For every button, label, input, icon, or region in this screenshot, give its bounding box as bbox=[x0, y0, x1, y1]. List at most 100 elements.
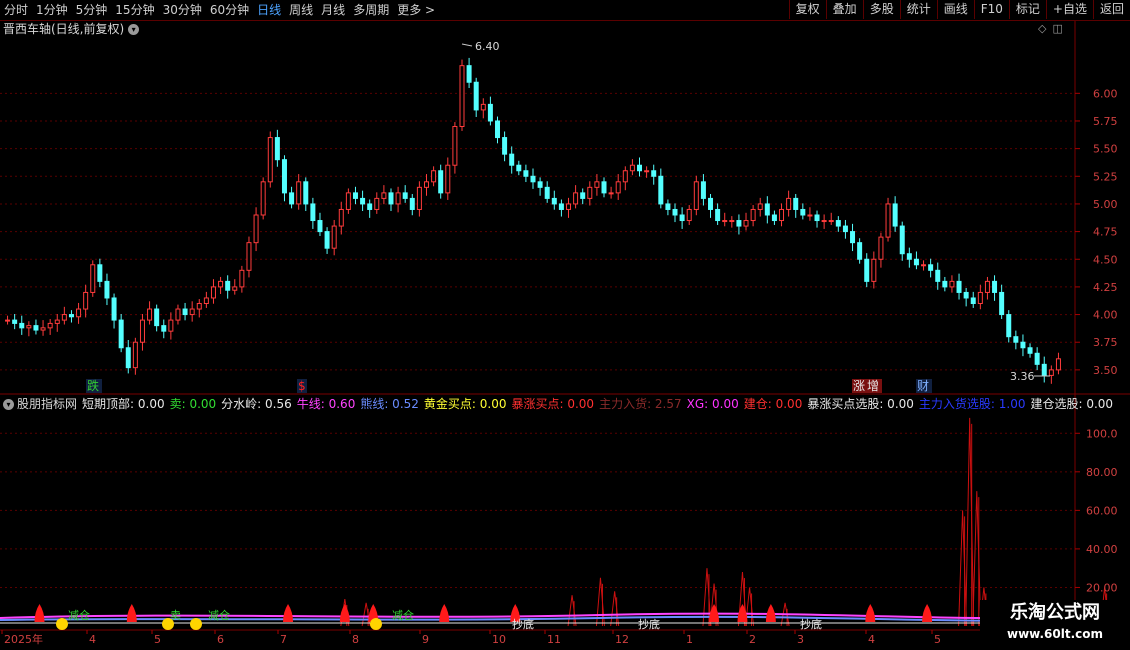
candle-body bbox=[906, 253, 912, 260]
candle-body bbox=[992, 280, 998, 293]
candle-body bbox=[1020, 341, 1026, 349]
signal-label: 抄底 bbox=[512, 617, 534, 631]
candle-body bbox=[97, 264, 103, 282]
flame-icon bbox=[339, 604, 350, 622]
period-tab[interactable]: 更多 > bbox=[393, 0, 439, 20]
chart-canvas[interactable]: 6.00 5.75 5.50 5.25 5.00 4.75 4.50 4.25 4.00 3.75… bbox=[0, 0, 1130, 650]
candle-body bbox=[658, 175, 664, 205]
candle-body bbox=[850, 231, 856, 244]
candle-body bbox=[693, 181, 699, 210]
candle-body bbox=[757, 203, 763, 210]
indicator-tick-label: 80.00 bbox=[1086, 466, 1118, 479]
period-tab[interactable]: 月线 bbox=[317, 0, 349, 20]
toolbar-button[interactable]: 标记 bbox=[1008, 0, 1046, 19]
candle-body bbox=[793, 197, 799, 210]
flame-icon bbox=[865, 604, 876, 622]
candle-body bbox=[807, 214, 813, 217]
flame-icon bbox=[439, 604, 450, 622]
candle-body bbox=[928, 264, 934, 271]
candle-body bbox=[984, 280, 990, 293]
candle-body bbox=[480, 103, 486, 111]
candle-body bbox=[33, 325, 39, 331]
candle-body bbox=[679, 214, 685, 222]
candle-body bbox=[182, 308, 188, 316]
candle-body bbox=[303, 181, 309, 205]
diamond-icon[interactable]: ◇ bbox=[1038, 22, 1046, 36]
candle-body bbox=[331, 225, 337, 249]
signal-label: 抄底 bbox=[638, 617, 660, 631]
price-panel-tools: ◇ ◫ bbox=[1038, 22, 1063, 36]
period-tab[interactable]: 5分钟 bbox=[72, 0, 112, 20]
time-tick-label: 9 bbox=[422, 633, 429, 646]
indicator-value: 黄金买点: 0.00 bbox=[423, 397, 507, 411]
toolbar-button[interactable]: +自选 bbox=[1045, 0, 1093, 19]
candle-body bbox=[821, 220, 827, 223]
candle-body bbox=[352, 192, 358, 199]
candle-body bbox=[899, 225, 905, 255]
period-tab[interactable]: 分时 bbox=[0, 0, 32, 20]
high-pointer bbox=[461, 43, 473, 47]
period-tab[interactable]: 30分钟 bbox=[159, 0, 206, 20]
candle-body bbox=[310, 203, 316, 222]
candle-body bbox=[438, 170, 444, 194]
candle-body bbox=[1027, 347, 1033, 354]
candle-body bbox=[189, 308, 195, 316]
indicator-name[interactable]: 股朋指标网 bbox=[17, 396, 77, 412]
signal-label: 减仓 bbox=[392, 608, 414, 622]
candle-body bbox=[835, 220, 841, 227]
period-toolbar: 分时 1分钟 5分钟 15分钟 30分钟 60分钟 日线 周线 月线 多周期 更多 > 复权 叠加 多股… bbox=[0, 0, 1130, 21]
price-axis: 6.00 5.75 5.50 5.25 5.00 4.75 4.50 4.25 4.00 3.75… bbox=[1075, 87, 1118, 377]
candle-body bbox=[551, 197, 557, 205]
candle-body bbox=[708, 197, 714, 210]
price-tick-label: 5.25 bbox=[1093, 170, 1118, 183]
indicator-value: 短期顶部: 0.00 bbox=[82, 397, 165, 411]
candle-body bbox=[54, 319, 60, 324]
toolbar-button[interactable]: 叠加 bbox=[825, 0, 863, 19]
candle-body bbox=[523, 170, 529, 177]
candle-body bbox=[970, 297, 976, 304]
candle-body bbox=[828, 220, 834, 223]
candle-body bbox=[203, 297, 209, 304]
candle-body bbox=[949, 280, 955, 288]
chevron-down-icon[interactable]: ▾ bbox=[3, 398, 14, 410]
period-tab[interactable]: 60分钟 bbox=[206, 0, 253, 20]
toolbar-button[interactable]: 返回 bbox=[1092, 0, 1130, 19]
indicator-spike bbox=[965, 417, 975, 627]
indicator-value: 主力入货选股: 1.00 bbox=[918, 397, 1026, 411]
indicator-values: 短期顶部: 0.00 卖: 0.00 分水岭: 0.56 牛线: 0.60 熊线: 0.… bbox=[82, 396, 1118, 412]
candle-body bbox=[12, 319, 18, 324]
candle-body bbox=[842, 225, 848, 233]
candle-body bbox=[516, 164, 522, 172]
toolbar-button[interactable]: 画线 bbox=[936, 0, 974, 19]
time-tick-label: 10 bbox=[492, 633, 506, 646]
toolbar-button[interactable]: 复权 bbox=[788, 0, 826, 19]
indicator-tick-label: 20.00 bbox=[1086, 581, 1118, 594]
toolbar-button[interactable]: F10 bbox=[973, 0, 1009, 19]
candle-body bbox=[530, 175, 536, 183]
candle-body bbox=[68, 314, 74, 318]
candle-body bbox=[921, 264, 927, 267]
watermark: 乐淘公式网 www.60lt.com bbox=[980, 600, 1130, 650]
event-marker: 涨 bbox=[853, 378, 865, 393]
indicator-value: 主力入货: 2.57 bbox=[599, 397, 682, 411]
period-tab[interactable]: 周线 bbox=[285, 0, 317, 20]
indicator-value: 熊线: 0.52 bbox=[360, 397, 419, 411]
indicator-value: 分水岭: 0.56 bbox=[221, 397, 292, 411]
chevron-down-icon[interactable]: ▾ bbox=[128, 23, 140, 35]
period-tab[interactable]: 多周期 bbox=[349, 0, 393, 20]
candle-body bbox=[637, 164, 643, 172]
period-tab[interactable]: 1分钟 bbox=[32, 0, 72, 20]
indicator-value: XG: 0.00 bbox=[686, 397, 739, 411]
toolbar-button[interactable]: 统计 bbox=[899, 0, 937, 19]
candle-body bbox=[857, 242, 863, 260]
candle-body bbox=[338, 208, 344, 227]
panel-toggle-icon[interactable]: ◫ bbox=[1052, 22, 1062, 36]
indicator-tick-label: 60.00 bbox=[1086, 504, 1118, 517]
candle-body bbox=[161, 325, 167, 332]
candle-body bbox=[942, 280, 948, 288]
period-tab[interactable]: 日线 bbox=[253, 0, 285, 20]
toolbar-button[interactable]: 多股 bbox=[862, 0, 900, 19]
time-tick-label: 11 bbox=[547, 633, 561, 646]
candle-body bbox=[665, 203, 671, 210]
period-tab[interactable]: 15分钟 bbox=[111, 0, 158, 20]
